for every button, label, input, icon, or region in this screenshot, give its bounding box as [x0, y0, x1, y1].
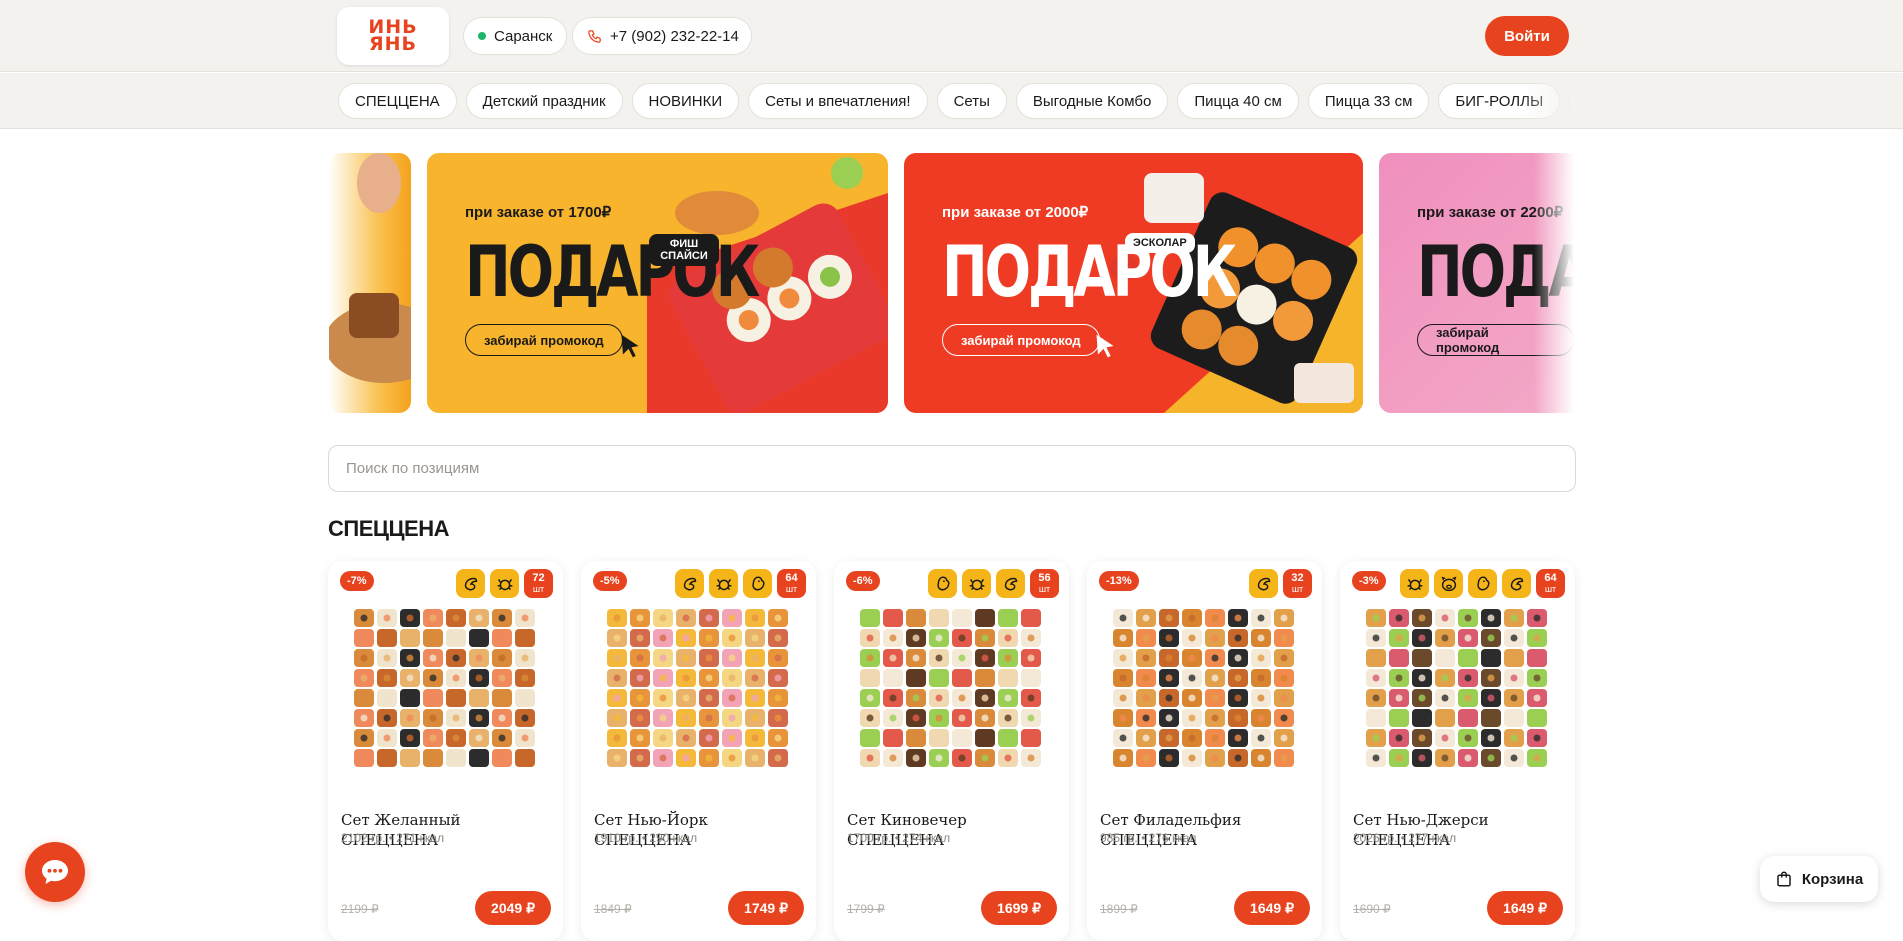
carousel-fade — [1534, 153, 1574, 413]
category-pill[interactable]: Пицца 40 см — [1177, 83, 1299, 119]
chicken-icon — [743, 569, 772, 598]
city-selector[interactable]: Саранск — [463, 17, 568, 55]
old-price: 1849 ₽ — [594, 902, 632, 916]
product-card[interactable]: -3% 64 шт Сет Нью-Джерси СПЕЦЦЕНА 2026 гр. •… — [1340, 561, 1575, 941]
crab-icon — [1400, 569, 1429, 598]
product-card[interactable]: -6% 56 шт Сет Киновечер СПЕЦЦЕНА 1700 гр. • … — [834, 561, 1069, 941]
product-card[interactable]: -13% 32 шт Сет Филадельфия СПЕЦЦЕНА 985 гр. … — [1087, 561, 1322, 941]
login-button[interactable]: Войти — [1485, 16, 1569, 56]
product-card[interactable]: -5% 64 шт Сет Нью-Йорк СПЕЦЦЕНА 1910 гр. • 2… — [581, 561, 816, 941]
old-price: 2199 ₽ — [341, 902, 379, 916]
add-to-cart-price-button[interactable]: 1699 ₽ — [981, 891, 1057, 925]
chat-button[interactable] — [25, 842, 85, 902]
category-pill[interactable]: СПЕЦЦЕНА — [338, 83, 457, 119]
cursor-icon — [1096, 334, 1114, 358]
cart-button[interactable]: Корзина — [1760, 856, 1878, 902]
pieces-badge: 32 шт — [1283, 569, 1312, 598]
shrimp-icon — [675, 569, 704, 598]
old-price: 1690 ₽ — [1353, 902, 1391, 916]
add-to-cart-price-button[interactable]: 1649 ₽ — [1487, 891, 1563, 925]
banner-tag: ЭСКОЛАР — [1125, 233, 1195, 253]
product-image — [354, 609, 535, 767]
crab-icon — [490, 569, 519, 598]
discount-badge: -6% — [846, 571, 880, 591]
product-card[interactable]: -7% 72 шт Сет Желанный СПЕЦЦЕНА 2102 гр. • 2… — [328, 561, 563, 941]
phone-button[interactable]: +7 (902) 232-22-14 — [572, 17, 752, 55]
product-meta: 1700 гр. • 274 ккал — [847, 831, 951, 845]
pieces-badge: 56 шт — [1030, 569, 1059, 598]
category-pill[interactable]: НОВИНКИ — [631, 83, 740, 119]
banner-tag: ФИШ СПАЙСИ — [649, 234, 719, 266]
promo-banner-partial-left[interactable] — [329, 153, 411, 413]
banner-threshold: при заказе от 2000₽ — [942, 204, 1089, 221]
promo-banner-2[interactable]: при заказе от 2000₽ ПОДАРОК ЭСКОЛАР заби… — [904, 153, 1363, 413]
shrimp-icon — [1249, 569, 1278, 598]
old-price: 1899 ₽ — [1100, 902, 1138, 916]
product-meta: 985 гр. • 276 ккал — [1100, 831, 1197, 845]
logo-wordmark: ИНЬ ЯНЬ — [368, 16, 418, 55]
promo-banner-1[interactable]: при заказе от 1700₽ ПОДАРОК ФИШ СПАЙСИ з… — [427, 153, 888, 413]
food-bowl-image — [329, 153, 411, 383]
category-list: СПЕЦЦЕНА Детский праздник НОВИНКИ Сеты и вп… — [338, 83, 1575, 119]
shrimp-icon — [996, 569, 1025, 598]
category-pill[interactable]: Выгодные Комбо — [1015, 83, 1169, 119]
phone-icon — [588, 29, 601, 43]
discount-badge: -13% — [1099, 571, 1139, 591]
banner-promo-button[interactable]: забирай промокод — [942, 324, 1100, 356]
phone-number: +7 (902) 232-22-14 — [610, 27, 739, 45]
add-to-cart-price-button[interactable]: 1649 ₽ — [1234, 891, 1310, 925]
product-meta: 2102 гр. • 271 ккал — [341, 831, 445, 845]
discount-badge: -5% — [593, 571, 627, 591]
chicken-icon — [1468, 569, 1497, 598]
crab-icon — [709, 569, 738, 598]
add-to-cart-price-button[interactable]: 2049 ₽ — [475, 891, 551, 925]
product-image — [1366, 609, 1547, 767]
chicken-icon — [928, 569, 957, 598]
ingredient-badges: 64 шт — [675, 569, 806, 598]
add-to-cart-price-button[interactable]: 1749 ₽ — [728, 891, 804, 925]
site-header: ИНЬ ЯНЬ Саранск +7 (902) 232-22-14 Войти — [0, 0, 1903, 72]
product-meta: 2026 гр. • 277 ккал — [1353, 831, 1457, 845]
product-image — [860, 609, 1041, 767]
online-dot-icon — [478, 32, 486, 40]
ingredient-badges: 72 шт — [456, 569, 553, 598]
crab-icon — [962, 569, 991, 598]
shrimp-icon — [456, 569, 485, 598]
chat-bubble-icon — [42, 860, 68, 884]
product-image — [1113, 609, 1294, 767]
site-logo[interactable]: ИНЬ ЯНЬ — [337, 7, 449, 65]
city-name: Саранск — [494, 27, 553, 45]
section-title: СПЕЦЦЕНА — [328, 516, 449, 541]
cart-label: Корзина — [1801, 870, 1864, 888]
cursor-icon — [621, 334, 639, 358]
category-bar: СПЕЦЦЕНА Детский праздник НОВИНКИ Сеты и вп… — [0, 73, 1903, 129]
pieces-badge: 72 шт — [524, 569, 553, 598]
product-image — [607, 609, 788, 767]
pieces-badge: 64 шт — [777, 569, 806, 598]
pig-icon — [1434, 569, 1463, 598]
old-price: 1799 ₽ — [847, 902, 885, 916]
pieces-badge: 64 шт — [1536, 569, 1565, 598]
shrimp-icon — [1502, 569, 1531, 598]
shopping-bag-icon — [1777, 871, 1791, 887]
category-pill[interactable]: Сеты — [936, 83, 1007, 119]
ingredient-badges: 56 шт — [928, 569, 1059, 598]
discount-badge: -3% — [1352, 571, 1386, 591]
promo-carousel: при заказе от 1700₽ ПОДАРОК ФИШ СПАЙСИ з… — [329, 153, 1574, 413]
category-pill[interactable]: Детский праздник — [465, 83, 623, 119]
banner-threshold: при заказе от 1700₽ — [465, 204, 612, 221]
banner-promo-button[interactable]: забирай промокод — [465, 324, 623, 356]
ingredient-badges: 64 шт — [1400, 569, 1565, 598]
category-pill[interactable]: Сеты и впечатления! — [748, 83, 928, 119]
discount-badge: -7% — [340, 571, 374, 591]
product-meta: 1910 гр. • 290 ккал — [594, 831, 698, 845]
category-pill[interactable]: Пицца 33 см — [1307, 83, 1430, 119]
search-input[interactable] — [328, 445, 1576, 492]
promo-banner-3[interactable]: при заказе от 2200₽ ПОДАРОК забирай пром… — [1379, 153, 1574, 413]
ingredient-badges: 32 шт — [1249, 569, 1312, 598]
category-fade — [1520, 73, 1580, 128]
